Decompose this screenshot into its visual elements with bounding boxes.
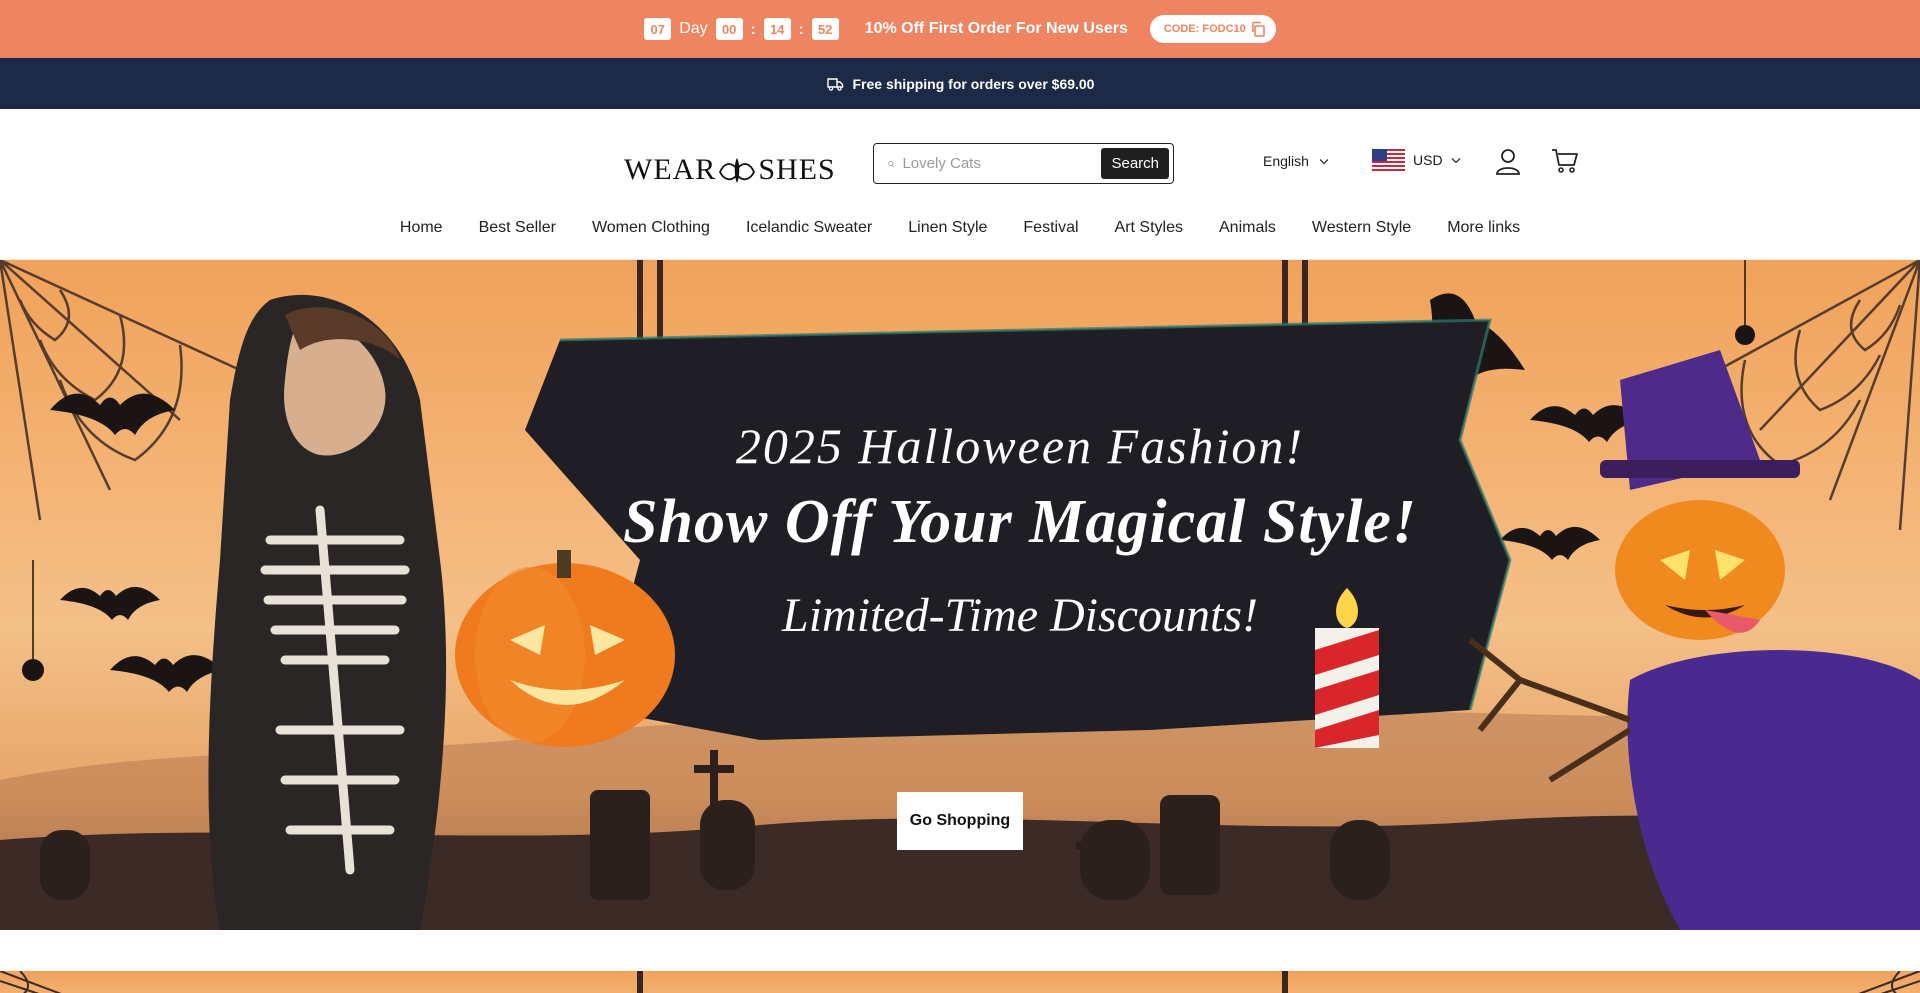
hero-banner[interactable]: 2025 Halloween Fashion! Show Off Your Ma… [0, 260, 1920, 930]
language-selector[interactable]: English [1263, 153, 1329, 169]
nav-item-art-styles[interactable]: Art Styles [1097, 215, 1201, 241]
nav-item-home[interactable]: Home [382, 215, 461, 241]
currency-selector[interactable]: USD [1372, 149, 1461, 171]
countdown-day-label: Day [679, 20, 708, 37]
nav-item-icelandic-sweater[interactable]: Icelandic Sweater [728, 215, 890, 241]
go-shopping-button[interactable]: Go Shopping [897, 792, 1023, 850]
promo-message: 10% Off First Order For New Users [864, 20, 1128, 37]
nav-item-linen-style[interactable]: Linen Style [890, 215, 1005, 241]
shipping-bar: Free shipping for orders over $69.00 [0, 58, 1920, 109]
countdown-seconds: 52 [811, 18, 839, 40]
chevron-down-icon [1451, 157, 1461, 163]
chevron-down-icon [1319, 158, 1329, 164]
nav-item-women-clothing[interactable]: Women Clothing [574, 215, 728, 241]
countdown-separator: : [750, 20, 756, 38]
secondary-banner-peek [0, 971, 1920, 993]
hero-headline-discount: Limited-Time Discounts! [782, 589, 1258, 642]
currency-label: USD [1413, 152, 1443, 168]
shipping-text: Free shipping for orders over $69.00 [852, 75, 1095, 92]
us-flag-icon [1372, 149, 1405, 171]
hero-headline-main: Show Off Your Magical Style! [623, 488, 1417, 556]
nav-item-western-style[interactable]: Western Style [1294, 215, 1429, 241]
section-spacer [0, 930, 1920, 971]
nav-item-animals[interactable]: Animals [1201, 215, 1294, 241]
logo-text-right: SHES [758, 153, 836, 186]
countdown-minutes: 14 [763, 18, 791, 40]
nav-item-more-links[interactable]: More links [1429, 215, 1538, 241]
spider-web-decoration-icon [0, 971, 1920, 993]
search-bar: Search [873, 143, 1174, 184]
countdown-days: 07 [644, 18, 672, 40]
logo-text-left: WEAR [624, 153, 717, 186]
search-icon [888, 160, 895, 167]
copy-code-button[interactable]: CODE: FODC10 [1149, 15, 1276, 43]
nav-item-best-seller[interactable]: Best Seller [461, 215, 574, 241]
cart-icon[interactable] [1551, 148, 1579, 174]
site-logo[interactable]: WEAR SHES [624, 150, 836, 190]
delivery-truck-icon [826, 77, 843, 91]
promo-bar: 07 Day 00 : 14 : 52 10% Off First Order … [0, 0, 1920, 58]
search-input[interactable] [902, 155, 1102, 172]
copy-icon [1251, 21, 1265, 37]
language-label: English [1263, 153, 1309, 169]
countdown-separator: : [798, 20, 804, 38]
cat-logo-icon [719, 158, 756, 183]
search-button[interactable]: Search [1101, 148, 1169, 179]
main-nav: Home Best Seller Women Clothing Icelandi… [0, 215, 1920, 260]
promo-code-label: CODE: FODC10 [1163, 23, 1246, 35]
countdown-hours: 00 [715, 18, 743, 40]
hero-headline-year: 2025 Halloween Fashion! [735, 418, 1305, 474]
nav-item-festival[interactable]: Festival [1005, 215, 1096, 241]
account-icon[interactable] [1494, 147, 1522, 175]
site-header: WEAR SHES Search English US [0, 109, 1920, 215]
